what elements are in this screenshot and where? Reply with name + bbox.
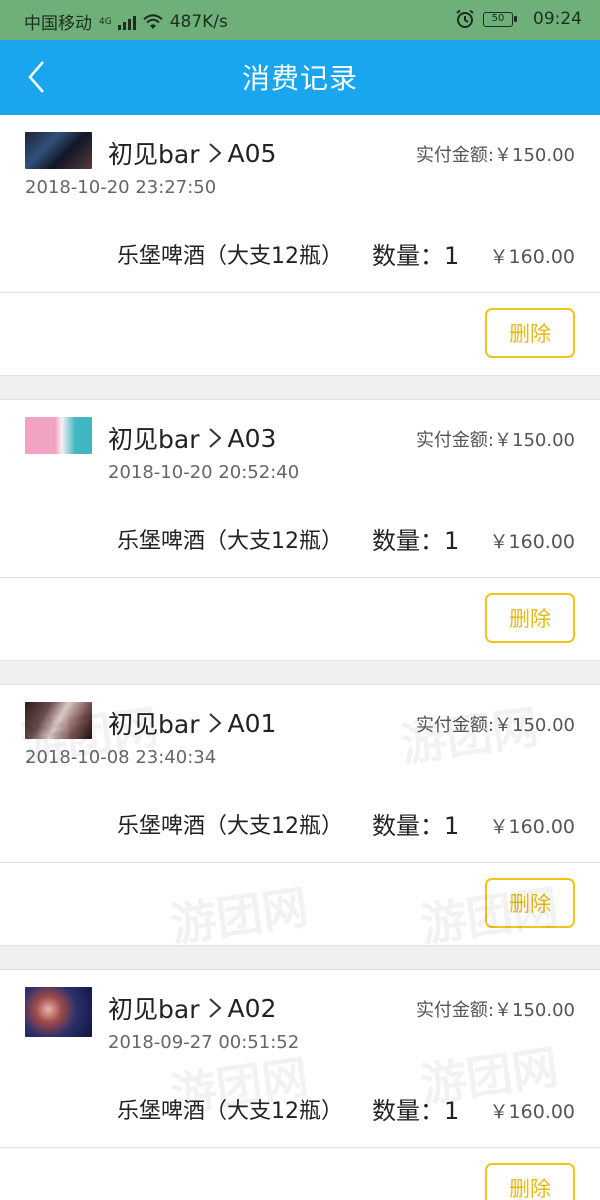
record-card: 初见bar A03 实付金额:￥150.00 2018-10-20 20:52:… bbox=[0, 400, 600, 660]
store-row[interactable]: 初见bar A03 bbox=[108, 420, 276, 456]
store-row[interactable]: 初见bar A05 bbox=[108, 135, 276, 171]
carrier-label: 中国移动 bbox=[24, 14, 92, 34]
item-row: 乐堡啤酒（大支12瓶） 数量：1 ￥160.00 bbox=[0, 1093, 600, 1125]
store-name: 初见bar bbox=[108, 710, 200, 739]
quantity-value: 1 bbox=[444, 812, 460, 840]
store-name: 初见bar bbox=[108, 425, 200, 454]
paid-label: 实付金额: bbox=[415, 1000, 495, 1021]
item-name: 乐堡啤酒（大支12瓶） bbox=[117, 244, 343, 269]
delete-button[interactable]: 删除 bbox=[485, 593, 575, 643]
quantity-label: 数量： bbox=[372, 527, 444, 555]
quantity-value: 1 bbox=[444, 527, 460, 555]
paid-amount: 实付金额:￥150.00 bbox=[416, 426, 575, 452]
item-name: 乐堡啤酒（大支12瓶） bbox=[117, 529, 343, 554]
record-card: 初见bar A01 实付金额:￥150.00 2018-10-08 23:40:… bbox=[0, 685, 600, 945]
item-quantity: 数量：1 bbox=[372, 1091, 459, 1126]
record-datetime: 2018-10-20 23:27:50 bbox=[25, 177, 217, 198]
store-name: 初见bar bbox=[108, 140, 200, 169]
table-number: A05 bbox=[227, 138, 277, 168]
record-datetime: 2018-10-08 23:40:34 bbox=[25, 747, 217, 768]
store-thumbnail bbox=[25, 702, 92, 739]
delete-button[interactable]: 删除 bbox=[485, 1163, 575, 1200]
paid-amount: 实付金额:￥150.00 bbox=[416, 141, 575, 167]
record-separator bbox=[0, 660, 600, 685]
page-title: 消费记录 bbox=[241, 62, 358, 95]
chevron-right-icon bbox=[209, 428, 222, 448]
store-row[interactable]: 初见bar A01 bbox=[108, 705, 276, 741]
item-name: 乐堡啤酒（大支12瓶） bbox=[117, 1099, 343, 1124]
item-row: 乐堡啤酒（大支12瓶） 数量：1 ￥160.00 bbox=[0, 238, 600, 270]
chevron-right-icon bbox=[209, 713, 222, 733]
item-name: 乐堡啤酒（大支12瓶） bbox=[117, 814, 343, 839]
paid-label: 实付金额: bbox=[415, 715, 495, 736]
divider bbox=[0, 292, 600, 293]
item-price: ￥160.00 bbox=[489, 1101, 575, 1123]
paid-value: ￥150.00 bbox=[494, 715, 575, 736]
store-thumbnail bbox=[25, 987, 92, 1037]
wifi-icon bbox=[143, 13, 163, 29]
screen: 中国移动 4G 487K/s 50 09:24 消费记录 初见bar A05 实… bbox=[0, 0, 600, 1200]
record-separator bbox=[0, 375, 600, 400]
chevron-right-icon bbox=[209, 143, 222, 163]
records-list: 初见bar A05 实付金额:￥150.00 2018-10-20 23:27:… bbox=[0, 115, 600, 1200]
status-right: 50 09:24 bbox=[455, 9, 582, 29]
paid-value: ￥150.00 bbox=[494, 145, 575, 166]
item-price: ￥160.00 bbox=[489, 531, 575, 553]
alarm-icon bbox=[456, 9, 474, 28]
store-thumbnail bbox=[25, 417, 92, 454]
status-bar: 中国移动 4G 487K/s 50 09:24 bbox=[0, 0, 600, 40]
clock-time: 09:24 bbox=[533, 9, 582, 29]
paid-value: ￥150.00 bbox=[494, 430, 575, 451]
item-row: 乐堡啤酒（大支12瓶） 数量：1 ￥160.00 bbox=[0, 808, 600, 840]
paid-amount: 实付金额:￥150.00 bbox=[416, 996, 575, 1022]
record-card: 初见bar A02 实付金额:￥150.00 2018-09-27 00:51:… bbox=[0, 970, 600, 1200]
table-number: A02 bbox=[227, 993, 277, 1023]
paid-label: 实付金额: bbox=[415, 430, 495, 451]
divider bbox=[0, 862, 600, 863]
quantity-label: 数量： bbox=[372, 1097, 444, 1125]
delete-button[interactable]: 删除 bbox=[485, 308, 575, 358]
item-price: ￥160.00 bbox=[489, 246, 575, 268]
table-number: A03 bbox=[227, 423, 277, 453]
paid-amount: 实付金额:￥150.00 bbox=[416, 711, 575, 737]
item-quantity: 数量：1 bbox=[372, 236, 459, 271]
table-number: A01 bbox=[227, 708, 277, 738]
paid-value: ￥150.00 bbox=[494, 1000, 575, 1021]
paid-label: 实付金额: bbox=[415, 145, 495, 166]
store-name: 初见bar bbox=[108, 995, 200, 1024]
delete-button[interactable]: 删除 bbox=[485, 878, 575, 928]
divider bbox=[0, 1147, 600, 1148]
network-speed: 487K/s bbox=[169, 11, 228, 32]
quantity-value: 1 bbox=[444, 1097, 460, 1125]
record-datetime: 2018-09-27 00:51:52 bbox=[108, 1032, 300, 1053]
quantity-label: 数量： bbox=[372, 812, 444, 840]
status-left: 中国移动 4G 487K/s bbox=[24, 9, 228, 35]
network-badge: 4G bbox=[99, 16, 112, 27]
quantity-label: 数量： bbox=[372, 242, 444, 270]
item-row: 乐堡啤酒（大支12瓶） 数量：1 ￥160.00 bbox=[0, 523, 600, 555]
record-datetime: 2018-10-20 20:52:40 bbox=[108, 462, 300, 483]
item-price: ￥160.00 bbox=[489, 816, 575, 838]
item-quantity: 数量：1 bbox=[372, 521, 459, 556]
record-card: 初见bar A05 实付金额:￥150.00 2018-10-20 23:27:… bbox=[0, 115, 600, 375]
item-quantity: 数量：1 bbox=[372, 806, 459, 841]
store-row[interactable]: 初见bar A02 bbox=[108, 990, 276, 1026]
divider bbox=[0, 577, 600, 578]
quantity-value: 1 bbox=[444, 242, 460, 270]
store-thumbnail bbox=[25, 132, 92, 169]
record-separator bbox=[0, 945, 600, 970]
signal-icon bbox=[117, 14, 136, 30]
app-header: 消费记录 bbox=[0, 40, 600, 115]
chevron-right-icon bbox=[209, 998, 222, 1018]
battery-icon: 50 bbox=[483, 11, 517, 27]
